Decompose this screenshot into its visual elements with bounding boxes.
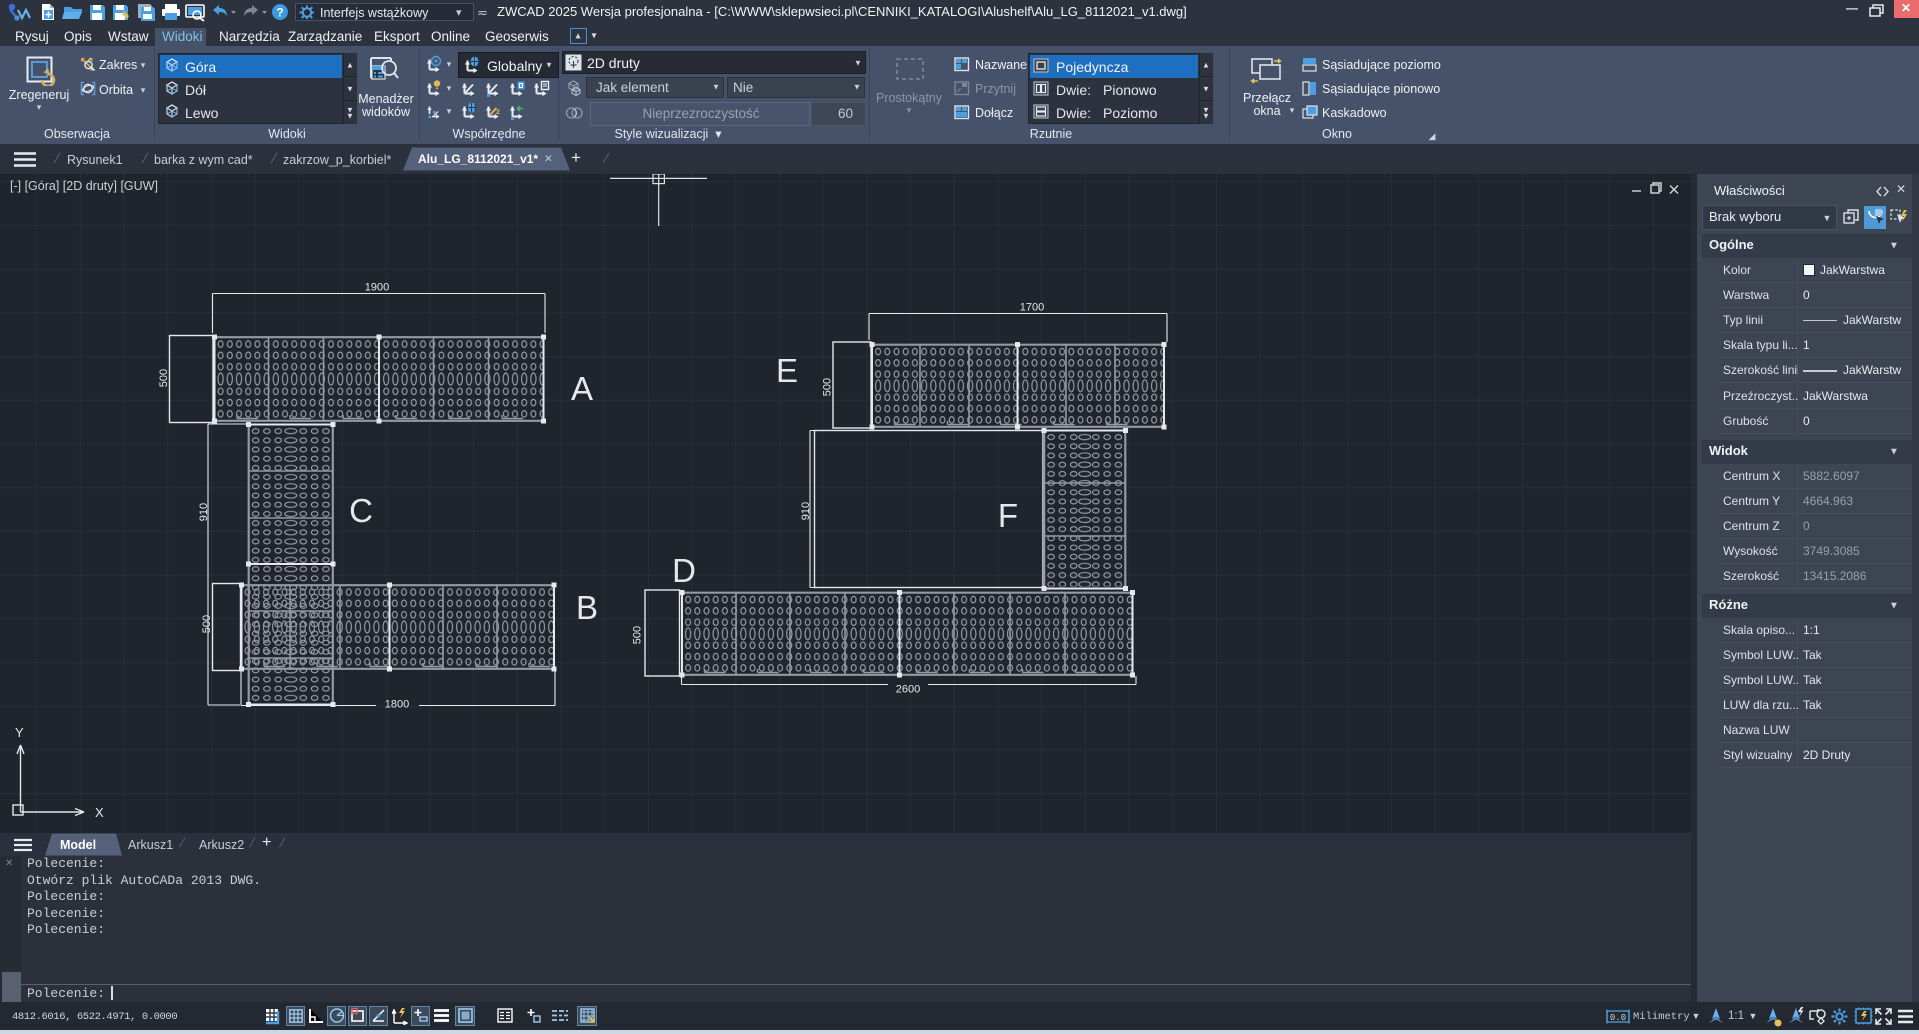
svg-text:1900: 1900 <box>365 282 389 294</box>
svg-text:500: 500 <box>822 378 834 396</box>
svg-text:2600: 2600 <box>896 684 920 696</box>
svg-text:500: 500 <box>632 626 644 644</box>
svg-text:0.0: 0.0 <box>1610 1013 1626 1023</box>
svg-text:X: X <box>95 805 104 820</box>
svg-text:500: 500 <box>201 615 213 633</box>
svg-text:C: C <box>349 492 373 529</box>
svg-text:A: A <box>571 370 593 407</box>
svg-text:1700: 1700 <box>1020 302 1044 314</box>
svg-text:500: 500 <box>158 369 170 387</box>
svg-text:1800: 1800 <box>385 699 409 711</box>
svg-text:D: D <box>672 552 696 589</box>
svg-text:z: z <box>496 107 500 116</box>
svg-text:B: B <box>576 589 598 626</box>
svg-text:Y: Y <box>15 725 24 740</box>
svg-text:910: 910 <box>198 503 210 521</box>
svg-text:F: F <box>998 497 1018 534</box>
svg-text:910: 910 <box>800 502 812 520</box>
svg-text:?: ? <box>276 6 283 20</box>
svg-text:E: E <box>776 352 798 389</box>
